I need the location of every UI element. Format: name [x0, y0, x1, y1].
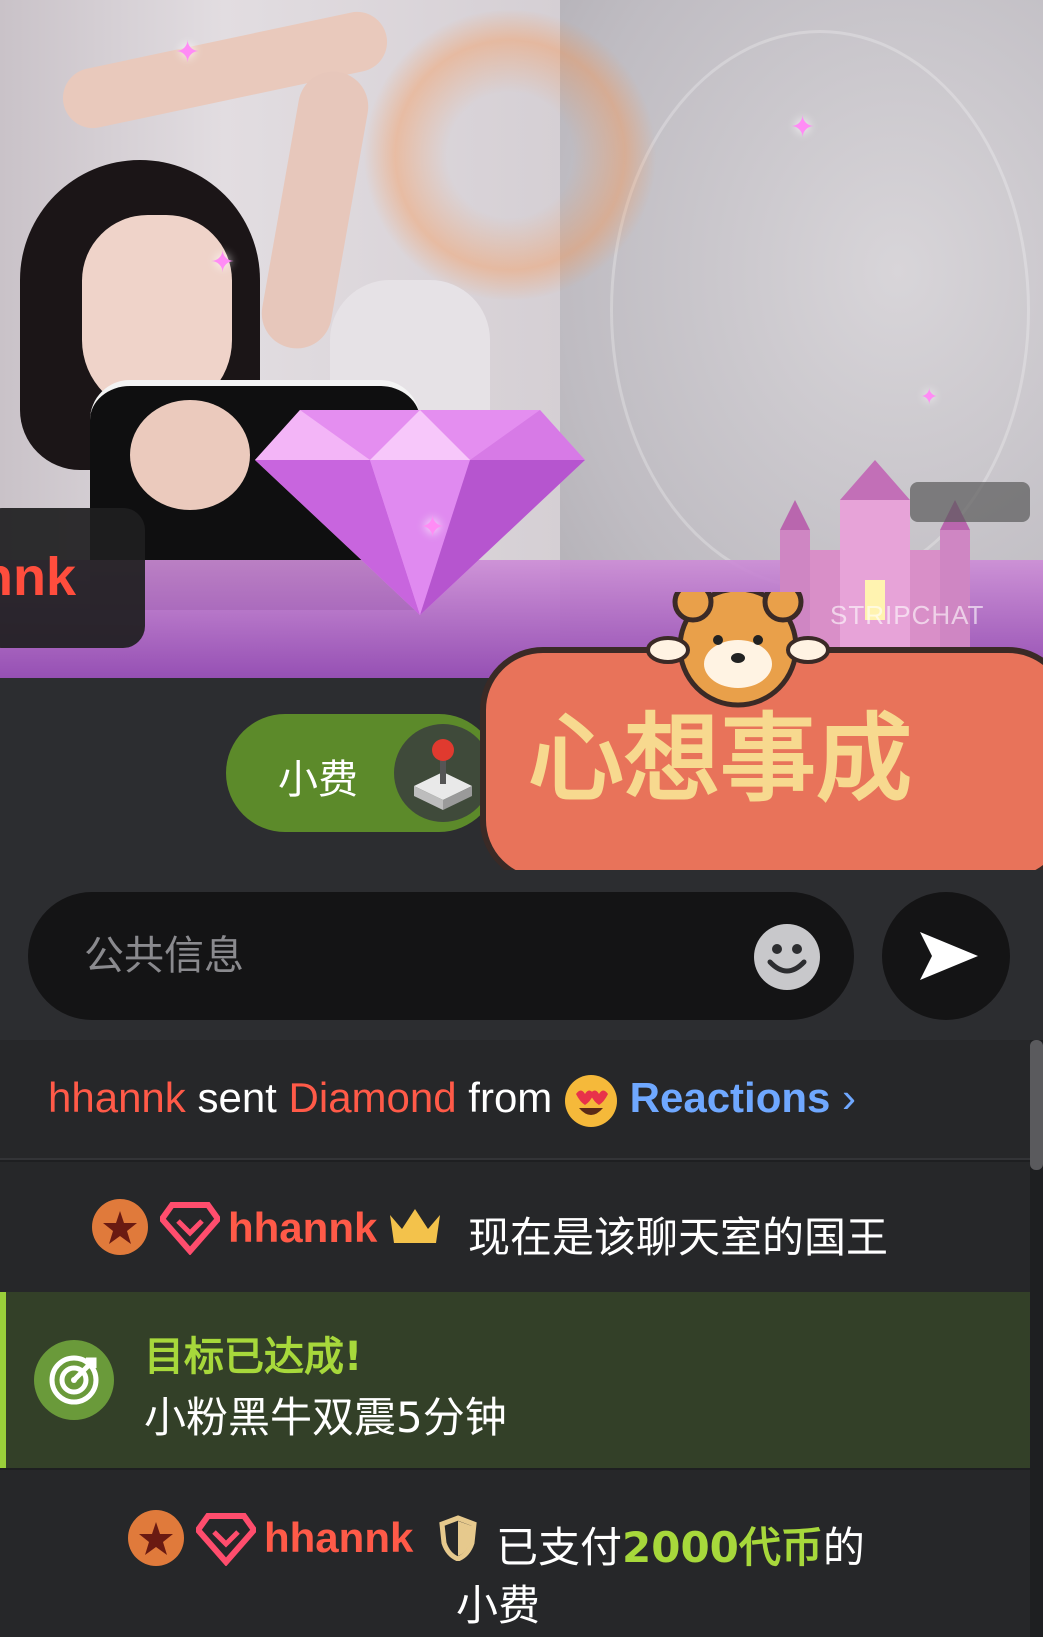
heart-eyes-emoji-icon: [564, 1074, 618, 1128]
tiger-sticker: 心想事成: [480, 592, 1043, 883]
diamond-badge-icon: [196, 1513, 256, 1566]
send-icon: [920, 932, 978, 980]
send-button[interactable]: [882, 892, 1010, 1020]
performer-chest: [130, 400, 250, 510]
firework-effect: [360, 10, 660, 300]
shield-icon: [439, 1515, 477, 1561]
reaction-from: from: [468, 1074, 553, 1122]
tip-message-line2: 小费: [456, 1581, 541, 1630]
reactions-link[interactable]: Reactions: [630, 1074, 831, 1121]
star-badge-icon: [92, 1199, 148, 1255]
goal-description: 小粉黑牛双震5分钟: [144, 1393, 507, 1442]
reaction-verb: sent: [197, 1074, 277, 1122]
sparkle-icon: ✦: [420, 510, 446, 545]
chat-message-tip[interactable]: hhannk 已支付2000代币的 小费: [0, 1470, 1030, 1637]
chat-message-reaction[interactable]: hhannk sent Diamond from Reactions ›: [0, 1040, 1030, 1160]
reaction-line: hhannk sent Diamond from Reactions ›: [48, 1074, 856, 1128]
overlay-username: nnk: [0, 547, 77, 607]
king-message: 现在是该聊天室的国王: [468, 1213, 889, 1262]
sparkle-icon: ✦: [175, 35, 201, 70]
chat-scrollbar[interactable]: [1030, 1040, 1043, 1170]
smiley-icon: [767, 944, 807, 974]
tip-message-line1: 已支付2000代币的: [496, 1514, 865, 1575]
reaction-item: Diamond: [288, 1074, 457, 1122]
chevron-right-icon[interactable]: ›: [842, 1074, 856, 1121]
sparkle-icon: ✦: [210, 245, 236, 280]
tip-suffix: 的: [822, 1523, 865, 1572]
tip-prefix: 已支付: [496, 1523, 623, 1572]
video-stream[interactable]: ✦ ✦ ✦ ✦ ✦ STRIPCHAT: [0, 0, 1043, 678]
chat-username[interactable]: hhannk: [228, 1204, 377, 1252]
tip-button-label: 小费: [278, 757, 358, 803]
sparkle-icon: ✦: [790, 110, 816, 145]
tip-button[interactable]: 小费: [226, 714, 498, 832]
emoji-button[interactable]: [754, 924, 820, 990]
mini-notification: [910, 482, 1030, 522]
sparkle-icon: ✦: [920, 385, 939, 410]
sticker-text: 心想事成: [528, 703, 912, 815]
chat-username[interactable]: hhannk: [48, 1074, 186, 1121]
goal-reached-message: 目标已达成! 小粉黑牛双震5分钟: [0, 1292, 1030, 1468]
crown-icon: [390, 1209, 440, 1243]
chat-message-king[interactable]: hhannk 现在是该聊天室的国王: [0, 1162, 1030, 1292]
tip-amount: 2000代币: [622, 1523, 823, 1572]
public-message-input[interactable]: [28, 892, 854, 1020]
goal-title: 目标已达成!: [144, 1334, 363, 1380]
target-icon: [34, 1340, 114, 1420]
username-overlay: nnk: [0, 508, 145, 648]
chat-username[interactable]: hhannk: [264, 1514, 413, 1562]
star-badge-icon: [128, 1510, 184, 1566]
diamond-badge-icon: [160, 1202, 220, 1255]
